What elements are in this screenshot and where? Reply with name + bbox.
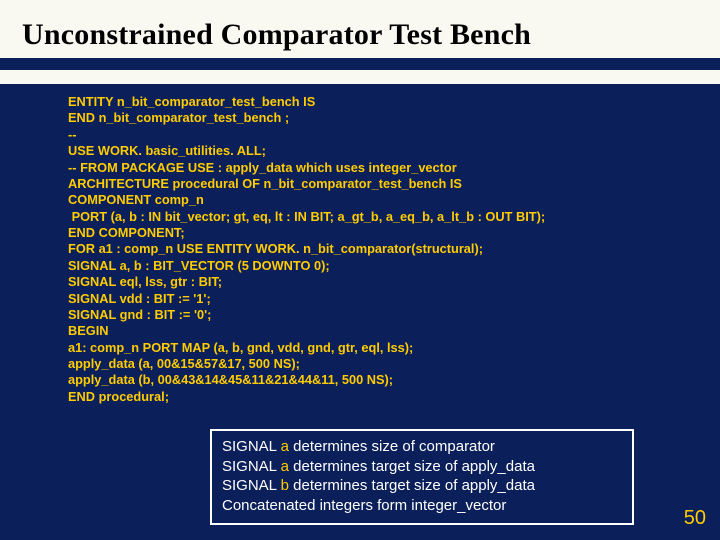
callout-line: SIGNAL b determines target size of apply… bbox=[222, 476, 622, 496]
code-line: USE WORK. basic_utilities. ALL; bbox=[68, 143, 652, 159]
code-line: ARCHITECTURE procedural OF n_bit_compara… bbox=[68, 176, 652, 192]
code-line: COMPONENT comp_n bbox=[68, 192, 652, 208]
code-line: END n_bit_comparator_test_bench ; bbox=[68, 110, 652, 126]
title-strip bbox=[0, 70, 720, 84]
code-line: -- FROM PACKAGE USE : apply_data which u… bbox=[68, 160, 652, 176]
code-line: FOR a1 : comp_n USE ENTITY WORK. n_bit_c… bbox=[68, 241, 652, 257]
code-line: PORT (a, b : IN bit_vector; gt, eq, lt :… bbox=[68, 209, 652, 225]
code-line: END procedural; bbox=[68, 389, 652, 405]
code-line: END COMPONENT; bbox=[68, 225, 652, 241]
callout-text: SIGNAL bbox=[222, 438, 281, 455]
signal-a: a bbox=[281, 438, 289, 455]
callout-text: SIGNAL bbox=[222, 458, 281, 475]
page-number: 50 bbox=[684, 507, 706, 530]
callout-text: SIGNAL bbox=[222, 477, 281, 494]
title-area: Unconstrained Comparator Test Bench bbox=[0, 0, 720, 58]
callout-line: SIGNAL a determines target size of apply… bbox=[222, 457, 622, 477]
callout-text: determines target size of apply_data bbox=[289, 458, 535, 475]
code-line: apply_data (a, 00&15&57&17, 500 NS); bbox=[68, 356, 652, 372]
signal-a: a bbox=[281, 458, 289, 475]
code-line: a1: comp_n PORT MAP (a, b, gnd, vdd, gnd… bbox=[68, 340, 652, 356]
callout-line: SIGNAL a determines size of comparator bbox=[222, 437, 622, 457]
code-line: SIGNAL vdd : BIT := '1'; bbox=[68, 291, 652, 307]
code-line: -- bbox=[68, 127, 652, 143]
code-line: SIGNAL gnd : BIT := '0'; bbox=[68, 307, 652, 323]
signal-callout: SIGNAL a determines size of comparator S… bbox=[210, 429, 634, 525]
code-line: ENTITY n_bit_comparator_test_bench IS bbox=[68, 94, 652, 110]
code-line: SIGNAL a, b : BIT_VECTOR (5 DOWNTO 0); bbox=[68, 258, 652, 274]
signal-b: b bbox=[281, 477, 289, 494]
callout-text: determines size of comparator bbox=[289, 438, 495, 455]
callout-line: Concatenated integers form integer_vecto… bbox=[222, 496, 622, 516]
code-block: ENTITY n_bit_comparator_test_bench IS EN… bbox=[0, 84, 720, 409]
code-line: apply_data (b, 00&43&14&45&11&21&44&11, … bbox=[68, 372, 652, 388]
code-line: BEGIN bbox=[68, 323, 652, 339]
page-title: Unconstrained Comparator Test Bench bbox=[22, 18, 698, 52]
code-line: SIGNAL eql, lss, gtr : BIT; bbox=[68, 274, 652, 290]
callout-text: determines target size of apply_data bbox=[289, 477, 535, 494]
